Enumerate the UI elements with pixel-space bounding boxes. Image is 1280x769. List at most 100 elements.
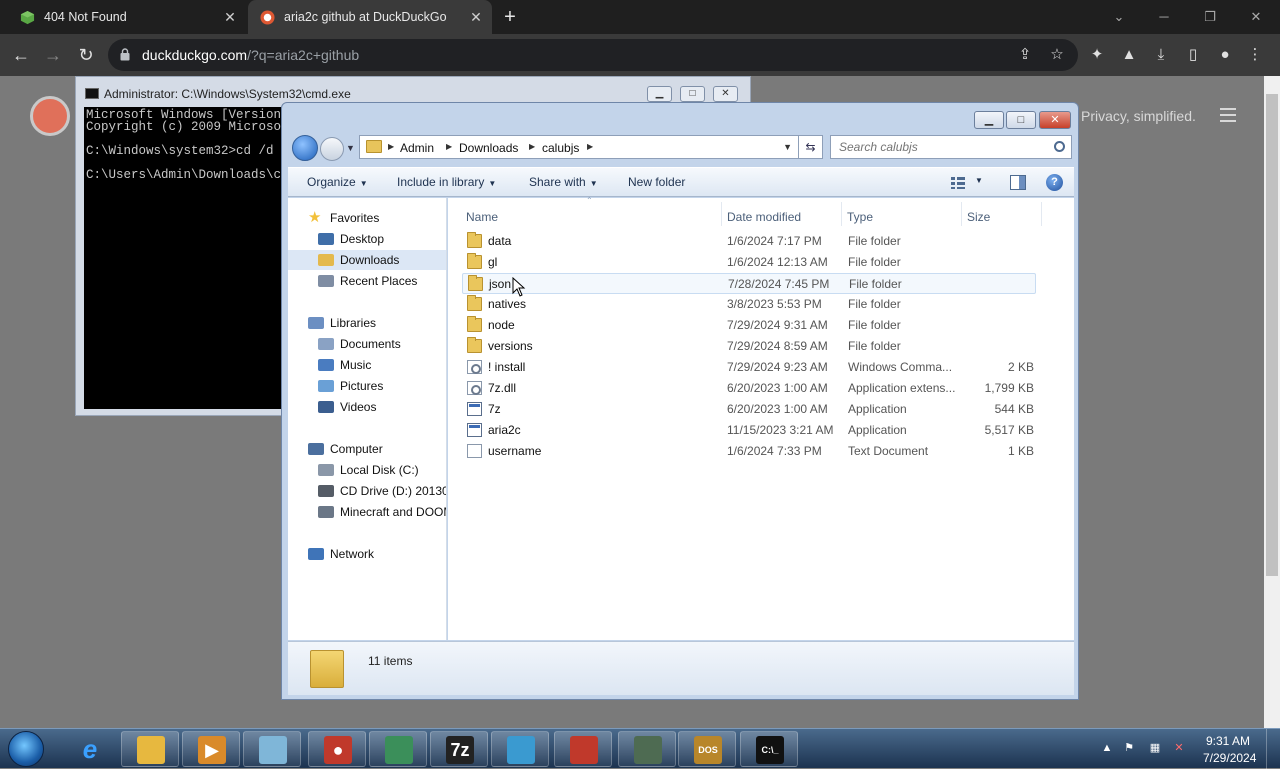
network-tray-icon[interactable]: ▦ [1148, 741, 1162, 755]
back-arrow-icon[interactable]: ← [10, 44, 32, 66]
menu-kebab-icon[interactable]: ⋮ [1246, 46, 1264, 64]
tab-404-not-found[interactable]: 404 Not Found ✕ [0, 0, 246, 34]
file-row[interactable]: versions 7/29/2024 8:59 AM File folder [462, 336, 1036, 357]
new-folder-button[interactable]: New folder [628, 175, 685, 189]
sidebar-item-recent-places[interactable]: Recent Places [288, 271, 446, 291]
views-dropdown-icon[interactable]: ▼ [975, 176, 983, 185]
sidebar-item-desktop[interactable]: Desktop [288, 229, 446, 249]
minimize-icon[interactable]: ─ [1152, 6, 1176, 28]
minimize-button[interactable]: ▁ [974, 111, 1004, 129]
maximize-button[interactable]: □ [1006, 111, 1036, 129]
sidebar-item-pictures[interactable]: Pictures [288, 376, 446, 396]
column-header-size[interactable]: Size [967, 210, 990, 224]
share-with-button[interactable]: Share with ▼ [529, 175, 598, 189]
column-header-type[interactable]: Type [847, 210, 873, 224]
chevron-down-icon[interactable]: ▼ [783, 142, 792, 152]
views-icon[interactable] [950, 176, 966, 190]
sidebar-item-minecraft-and-doom[interactable]: Minecraft and DOOM [288, 502, 446, 522]
cmd-close-button[interactable]: ✕ [713, 86, 738, 102]
close-button[interactable]: ✕ [1039, 111, 1071, 129]
side-panel-icon[interactable]: ▯ [1184, 46, 1202, 64]
share-icon[interactable]: ⇪ [1016, 46, 1034, 64]
taskbar-app-seven-zip[interactable]: 7z [430, 731, 488, 767]
column-header-date-modified[interactable]: Date modified [727, 210, 801, 224]
download-icon[interactable]: ⤓ [1152, 46, 1170, 64]
breadcrumb-admin[interactable]: Admin [400, 141, 434, 155]
search-box[interactable] [830, 135, 1072, 159]
sidebar-item-favorites[interactable]: ★ Favorites [288, 208, 446, 228]
organize-button[interactable]: Organize ▼ [307, 175, 368, 189]
taskbar-app-dosbox[interactable]: DOS [678, 731, 736, 767]
file-row[interactable]: aria2c 11/15/2023 3:21 AM Application 5,517… [462, 420, 1036, 441]
recent-pages-dropdown-icon[interactable]: ▼ [346, 143, 355, 153]
taskbar-app-media-player[interactable]: ▶ [182, 731, 240, 767]
sidebar-item-cd-drive-d-20130111[interactable]: CD Drive (D:) 20130111 [288, 481, 446, 501]
show-hidden-icons-icon[interactable]: ▲ [1100, 741, 1114, 755]
file-row[interactable]: json 7/28/2024 7:45 PM File folder [462, 273, 1036, 294]
internet-explorer-icon[interactable]: e [72, 733, 108, 765]
duckduckgo-logo-icon[interactable] [30, 96, 70, 136]
close-window-icon[interactable]: ✕ [1244, 6, 1268, 28]
sidebar-item-documents[interactable]: Documents [288, 334, 446, 354]
explorer-address-bar[interactable]: ▶ Admin ▶ Downloads ▶ calubjs ▶ ▼ [359, 135, 799, 159]
column-header-name[interactable]: Name [466, 210, 498, 224]
extensions-icon[interactable]: ✦ [1088, 46, 1106, 64]
refresh-button[interactable]: ⇆ [799, 135, 823, 159]
breadcrumb-calubjs[interactable]: calubjs [542, 141, 579, 155]
column-divider[interactable] [1041, 202, 1042, 226]
sidebar-item-local-disk-c[interactable]: Local Disk (C:) [288, 460, 446, 480]
volume-muted-icon[interactable]: ✕ [1172, 741, 1186, 755]
file-row[interactable]: ! install 7/29/2024 9:23 AM Windows Comma.… [462, 357, 1036, 378]
start-button[interactable] [8, 731, 44, 767]
chevron-right-icon[interactable]: ▶ [388, 142, 394, 151]
taskbar-app-toolbox[interactable] [554, 731, 612, 767]
tab-duckduckgo[interactable]: aria2c github at DuckDuckGo ✕ [248, 0, 492, 34]
sidebar-item-computer[interactable]: Computer [288, 439, 446, 459]
forward-arrow-icon[interactable]: → [42, 44, 64, 66]
tab-search-icon[interactable]: ⌄ [1107, 6, 1131, 28]
breadcrumb-downloads[interactable]: Downloads [459, 141, 518, 155]
file-row[interactable]: natives 3/8/2023 5:53 PM File folder [462, 294, 1036, 315]
file-row[interactable]: 7z.dll 6/20/2023 1:00 AM Application exten… [462, 378, 1036, 399]
help-icon[interactable]: ? [1046, 174, 1063, 191]
include-in-library-button[interactable]: Include in library ▼ [397, 175, 496, 189]
taskbar-app-blocks[interactable] [491, 731, 549, 767]
taskbar-app-monitor-app[interactable] [618, 731, 676, 767]
file-row[interactable]: username 1/6/2024 7:33 PM Text Document 1 K… [462, 441, 1036, 462]
flask-icon[interactable]: ▲ [1120, 46, 1138, 64]
sidebar-item-downloads[interactable]: Downloads [288, 250, 446, 270]
close-icon[interactable]: ✕ [222, 9, 238, 25]
cmd-minimize-button[interactable]: ▁ [647, 86, 672, 102]
clock-date[interactable]: 7/29/2024 [1203, 751, 1256, 765]
address-bar[interactable]: duckduckgo.com/?q=aria2c+github [108, 39, 1078, 71]
chevron-right-icon[interactable]: ▶ [446, 142, 452, 151]
back-button[interactable] [292, 135, 318, 161]
profile-icon[interactable]: ● [1216, 46, 1234, 64]
forward-button[interactable] [320, 137, 344, 161]
file-row[interactable]: gl 1/6/2024 12:13 AM File folder [462, 252, 1036, 273]
taskbar-app-command-prompt[interactable]: C:\_ [740, 731, 798, 767]
sidebar-item-videos[interactable]: Videos [288, 397, 446, 417]
taskbar-app-record[interactable]: ● [308, 731, 366, 767]
scrollbar-thumb[interactable] [1266, 94, 1278, 576]
show-desktop-button[interactable] [1266, 729, 1280, 769]
search-icon[interactable] [1054, 141, 1065, 152]
action-center-flag-icon[interactable]: ⚑ [1122, 741, 1136, 755]
search-input[interactable] [837, 139, 1037, 155]
column-divider[interactable] [841, 202, 842, 226]
file-row[interactable]: data 1/6/2024 7:17 PM File folder [462, 231, 1036, 252]
clock-time[interactable]: 9:31 AM [1206, 734, 1250, 748]
preview-pane-icon[interactable] [1010, 175, 1026, 190]
hamburger-menu-icon[interactable] [1220, 108, 1236, 122]
restore-icon[interactable]: ❐ [1198, 6, 1222, 28]
file-row[interactable]: 7z 6/20/2023 1:00 AM Application 544 KB [462, 399, 1036, 420]
taskbar-app-file-explorer[interactable] [121, 731, 179, 767]
star-icon[interactable]: ☆ [1048, 46, 1066, 64]
chevron-right-icon[interactable]: ▶ [587, 142, 593, 151]
close-icon[interactable]: ✕ [468, 9, 484, 25]
reload-icon[interactable]: ↻ [75, 44, 97, 66]
sidebar-item-libraries[interactable]: Libraries [288, 313, 446, 333]
new-tab-button[interactable]: + [499, 6, 521, 28]
taskbar-app-globe[interactable] [369, 731, 427, 767]
explorer-window[interactable]: ▁ □ ✕ ▼ ▶ Admin ▶ Downloads ▶ calubjs ▶ … [281, 102, 1079, 700]
